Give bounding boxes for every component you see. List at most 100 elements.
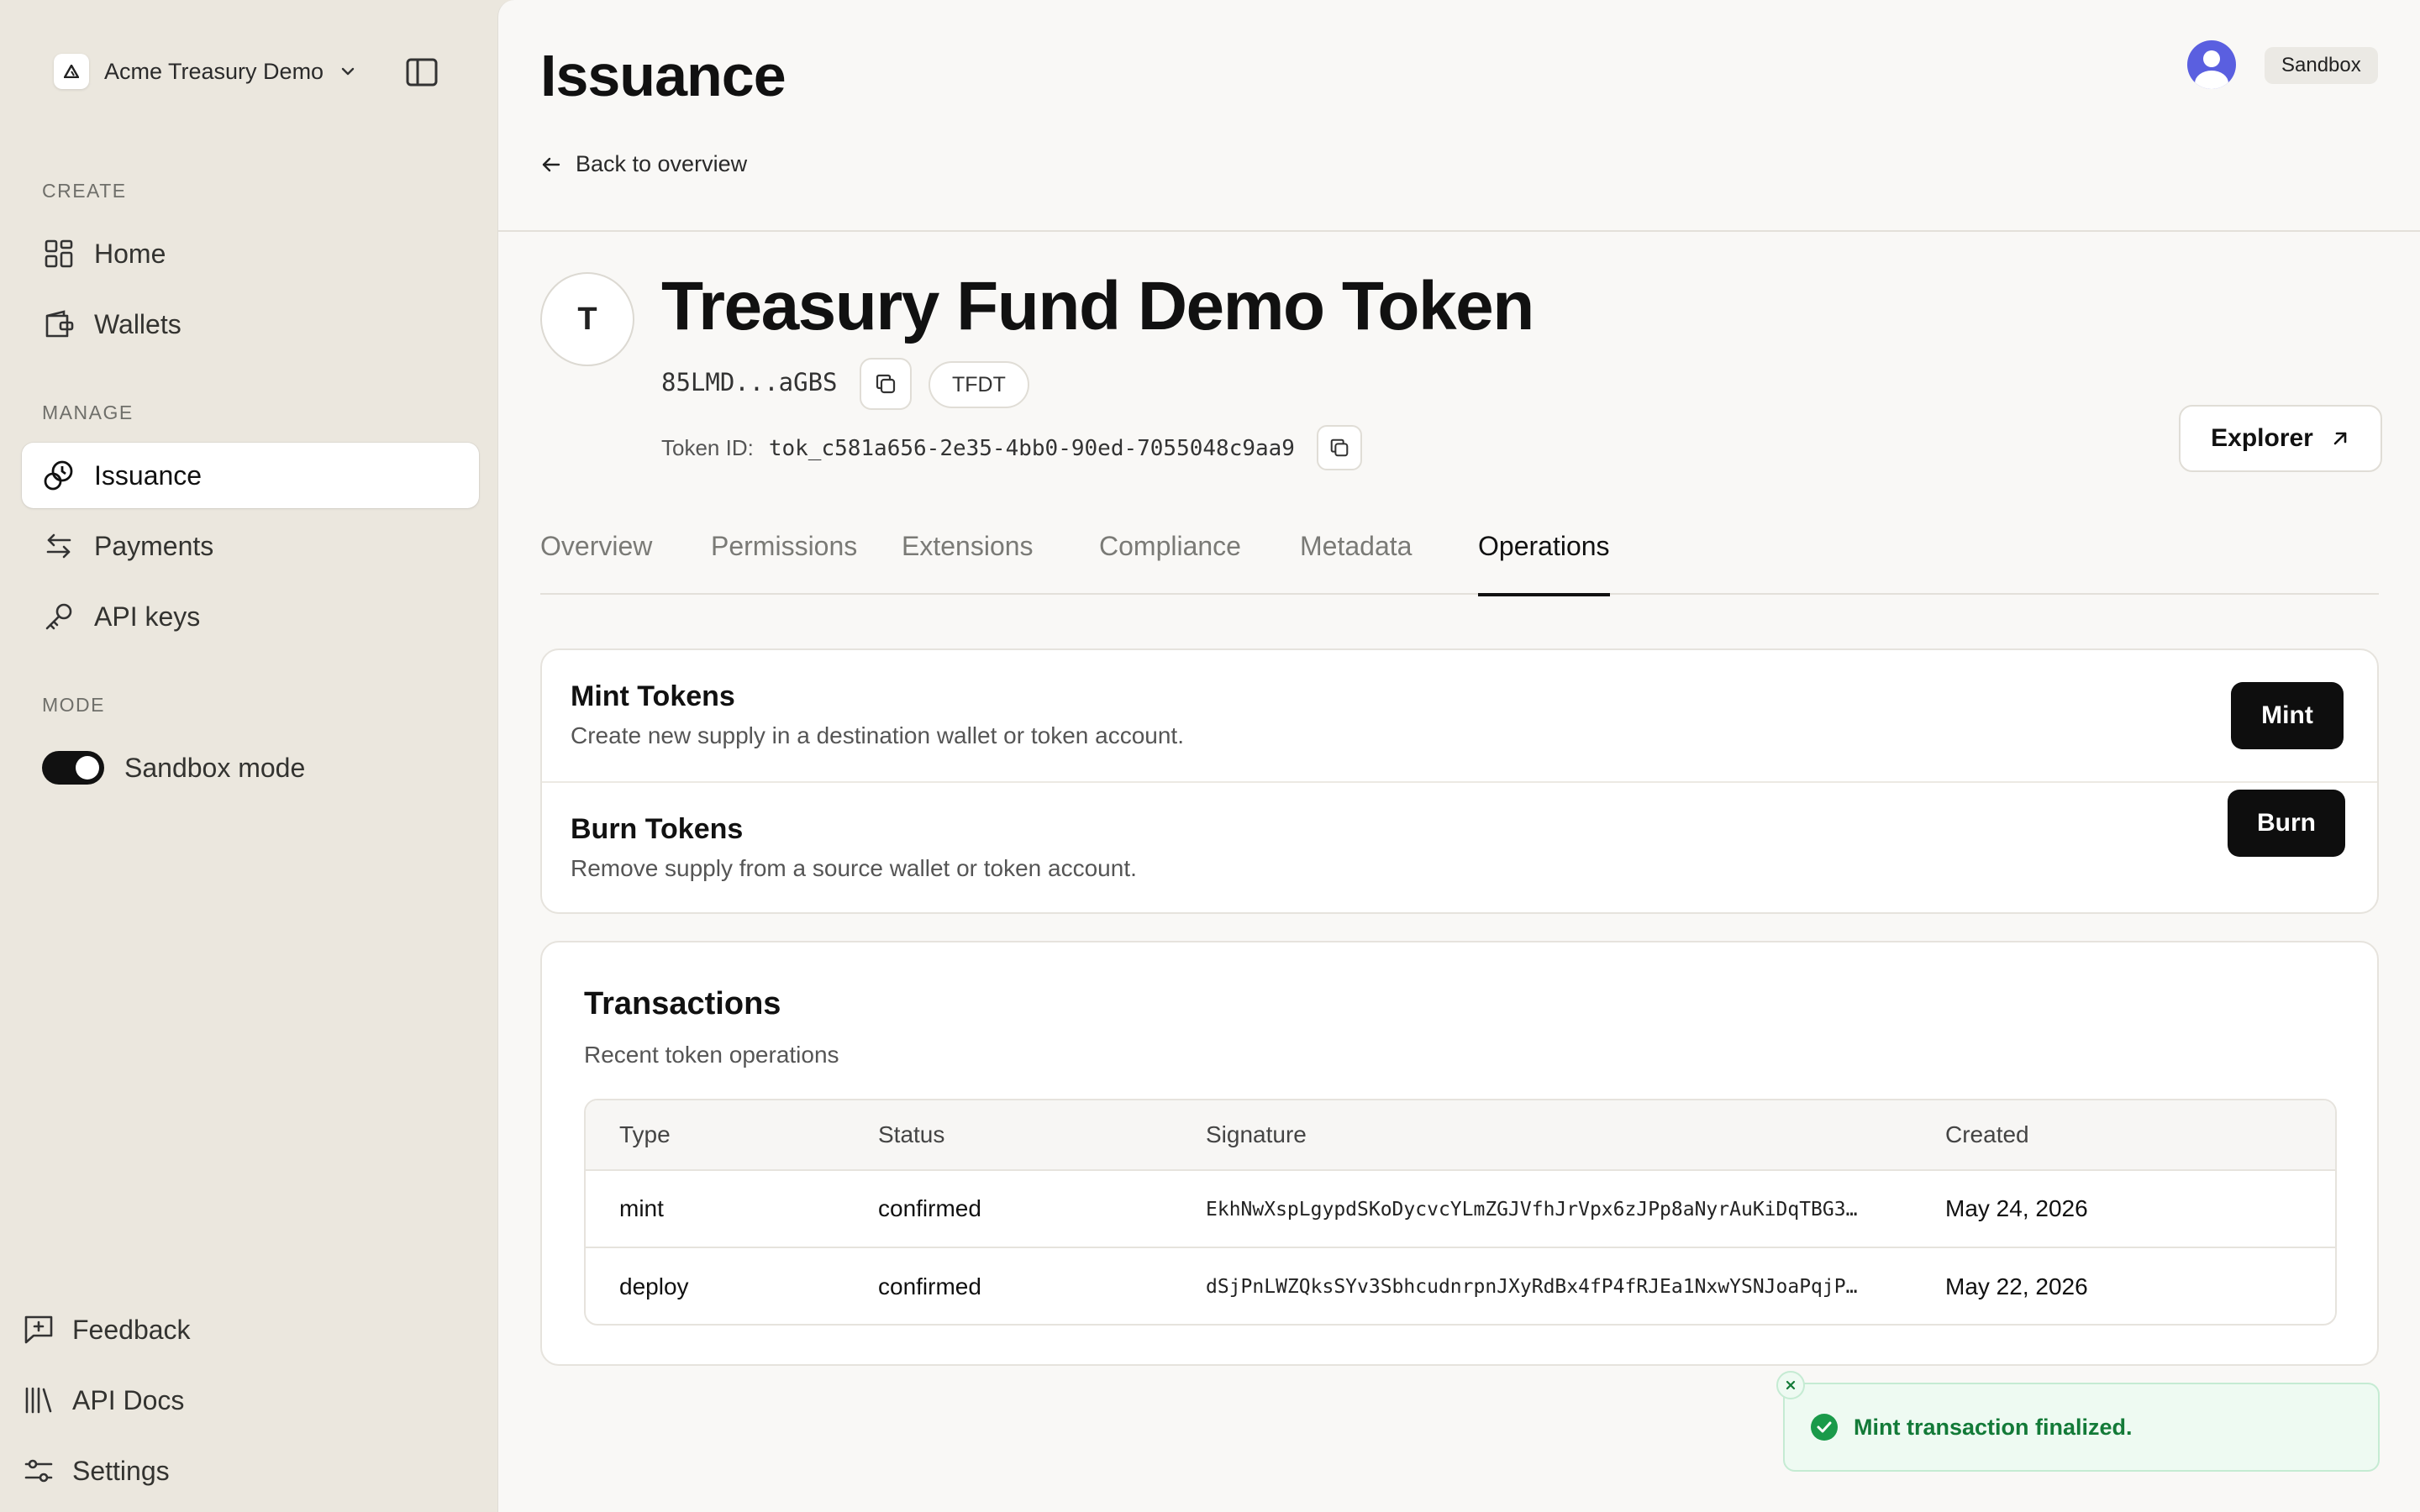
token-address: 85LMD...aGBS xyxy=(661,368,838,396)
sandbox-mode-label: Sandbox mode xyxy=(124,752,306,783)
user-avatar[interactable] xyxy=(2187,40,2236,89)
sidebar-item-home[interactable]: Home xyxy=(22,221,479,286)
token-name: Treasury Fund Demo Token xyxy=(661,268,1534,344)
table-header: Type Status Signature Created xyxy=(586,1100,2335,1171)
back-link-label: Back to overview xyxy=(576,151,748,176)
sidebar-item-label: Feedback xyxy=(72,1314,191,1345)
sidebar-item-payments[interactable]: Payments xyxy=(22,513,479,579)
table-row[interactable]: mint confirmed EkhNwXspLgypdSKoDycvcYLmZ… xyxy=(586,1171,2335,1248)
tab-compliance[interactable]: Compliance xyxy=(1099,521,1241,595)
sidebar-item-label: Payments xyxy=(94,530,214,561)
sidebar-item-settings[interactable]: Settings xyxy=(22,1441,170,1500)
column-header-created: Created xyxy=(1945,1121,2029,1147)
check-circle-icon xyxy=(1811,1414,1838,1441)
arrows-icon xyxy=(46,533,71,559)
wallet-icon xyxy=(45,310,74,338)
token-id-row: Token ID: tok_c581a656-2e35-4bb0-90ed-70… xyxy=(661,435,1295,461)
column-header-type: Type xyxy=(619,1121,671,1147)
cell-type: deploy xyxy=(619,1273,689,1299)
toggle-knob xyxy=(76,756,99,780)
sidebar-item-label: Home xyxy=(94,238,166,269)
coins-icon xyxy=(44,460,73,491)
workspace-switcher[interactable]: Acme Treasury Demo xyxy=(54,50,357,92)
sidebar-item-wallets[interactable]: Wallets xyxy=(22,291,479,357)
table-row[interactable]: deploy confirmed dSjPnLWZQksSYv3Sbhcudnr… xyxy=(586,1248,2335,1324)
tab-metadata[interactable]: Metadata xyxy=(1300,521,1412,595)
mint-operation-row: Mint Tokens Create new supply in a desti… xyxy=(542,650,2377,781)
token-tabs: Overview Permissions Extensions Complian… xyxy=(540,521,2379,596)
main-panel: Issuance Back to overview Sandbox T Trea… xyxy=(497,0,2420,1512)
sidebar-item-feedback[interactable]: Feedback xyxy=(22,1300,191,1359)
sidebar-item-label: Issuance xyxy=(94,459,203,491)
cell-signature[interactable]: EkhNwXspLgypdSKoDycvcYLmZGJVfhJrVpx6zJPp… xyxy=(1206,1171,1895,1247)
token-id-value: tok_c581a656-2e35-4bb0-90ed-7055048c9aa9 xyxy=(768,435,1295,461)
burn-button[interactable]: Burn xyxy=(2228,790,2345,857)
library-icon xyxy=(25,1387,52,1414)
sidebar-panel-icon xyxy=(406,58,438,87)
sidebar-item-api-docs[interactable]: API Docs xyxy=(22,1371,184,1430)
column-header-status: Status xyxy=(878,1121,945,1147)
sliders-icon xyxy=(24,1459,53,1483)
copy-token-id-button[interactable] xyxy=(1317,425,1362,470)
sidebar: Acme Treasury Demo CREATE Home Wallets M… xyxy=(0,0,497,1512)
sandbox-mode-row: Sandbox mode xyxy=(42,741,305,795)
sidebar-item-label: API Docs xyxy=(72,1384,185,1415)
tab-permissions[interactable]: Permissions xyxy=(711,521,857,595)
toast-close-button[interactable] xyxy=(1776,1371,1805,1399)
section-label-create: CREATE xyxy=(42,180,127,202)
cell-signature[interactable]: dSjPnLWZQksSYv3SbhcudnrpnJXyRdBx4fP4fRJE… xyxy=(1206,1248,1895,1324)
cell-status: confirmed xyxy=(878,1195,981,1221)
toast-message: Mint transaction finalized. xyxy=(1854,1414,2133,1440)
explorer-button-label: Explorer xyxy=(2211,424,2313,452)
key-icon xyxy=(45,603,72,630)
cell-status: confirmed xyxy=(878,1273,981,1299)
page-title: Issuance xyxy=(540,43,786,108)
workspace-name: Acme Treasury Demo xyxy=(104,58,324,84)
tab-overview[interactable]: Overview xyxy=(540,521,652,595)
back-to-overview-link[interactable]: Back to overview xyxy=(540,151,747,177)
mint-description: Create new supply in a destination walle… xyxy=(571,722,1184,748)
feedback-icon xyxy=(24,1315,53,1344)
sidebar-item-label: API keys xyxy=(94,601,201,632)
copy-address-button[interactable] xyxy=(860,358,912,410)
transactions-card: Transactions Recent token operations Typ… xyxy=(540,941,2379,1366)
transactions-subtitle: Recent token operations xyxy=(584,1042,839,1068)
tab-operations[interactable]: Operations xyxy=(1478,521,1610,596)
cell-created: May 24, 2026 xyxy=(1945,1195,2088,1221)
grid-icon xyxy=(45,239,73,268)
transactions-title: Transactions xyxy=(584,986,781,1021)
arrow-left-icon xyxy=(542,157,560,171)
column-header-signature: Signature xyxy=(1206,1121,1307,1147)
transactions-table: Type Status Signature Created mint confi… xyxy=(584,1099,2337,1326)
copy-icon xyxy=(1330,438,1349,457)
cell-created: May 22, 2026 xyxy=(1945,1273,2088,1299)
mint-button[interactable]: Mint xyxy=(2231,682,2344,749)
sidebar-item-label: Wallets xyxy=(94,308,182,339)
sidebar-item-label: Settings xyxy=(72,1455,170,1486)
burn-description: Remove supply from a source wallet or to… xyxy=(571,855,1137,881)
explorer-button[interactable]: Explorer xyxy=(2179,405,2382,472)
sidebar-item-issuance[interactable]: Issuance xyxy=(22,443,479,508)
header-divider xyxy=(498,230,2420,232)
token-symbol-badge: TFDT xyxy=(929,361,1029,408)
app-root: Acme Treasury Demo CREATE Home Wallets M… xyxy=(0,0,2420,1512)
tab-extensions[interactable]: Extensions xyxy=(902,521,1034,595)
external-link-icon xyxy=(2333,432,2347,445)
sidebar-toggle-button[interactable] xyxy=(405,57,439,87)
sidebar-item-api-keys[interactable]: API keys xyxy=(22,584,479,649)
operations-card: Mint Tokens Create new supply in a desti… xyxy=(540,648,2379,914)
token-id-label: Token ID: xyxy=(661,435,754,460)
token-avatar: T xyxy=(540,272,634,366)
sandbox-mode-toggle[interactable] xyxy=(42,751,104,785)
chevron-down-icon xyxy=(341,67,355,76)
burn-title: Burn Tokens xyxy=(571,813,744,845)
environment-badge: Sandbox xyxy=(2265,47,2378,84)
copy-icon xyxy=(876,374,896,394)
section-label-mode: MODE xyxy=(42,694,105,716)
cell-type: mint xyxy=(619,1195,664,1221)
burn-operation-row: Burn Tokens Remove supply from a source … xyxy=(542,783,2377,914)
success-toast: Mint transaction finalized. xyxy=(1776,1371,2380,1472)
close-icon xyxy=(1786,1380,1796,1390)
section-label-manage: MANAGE xyxy=(42,402,134,423)
workspace-logo-icon xyxy=(54,54,89,89)
